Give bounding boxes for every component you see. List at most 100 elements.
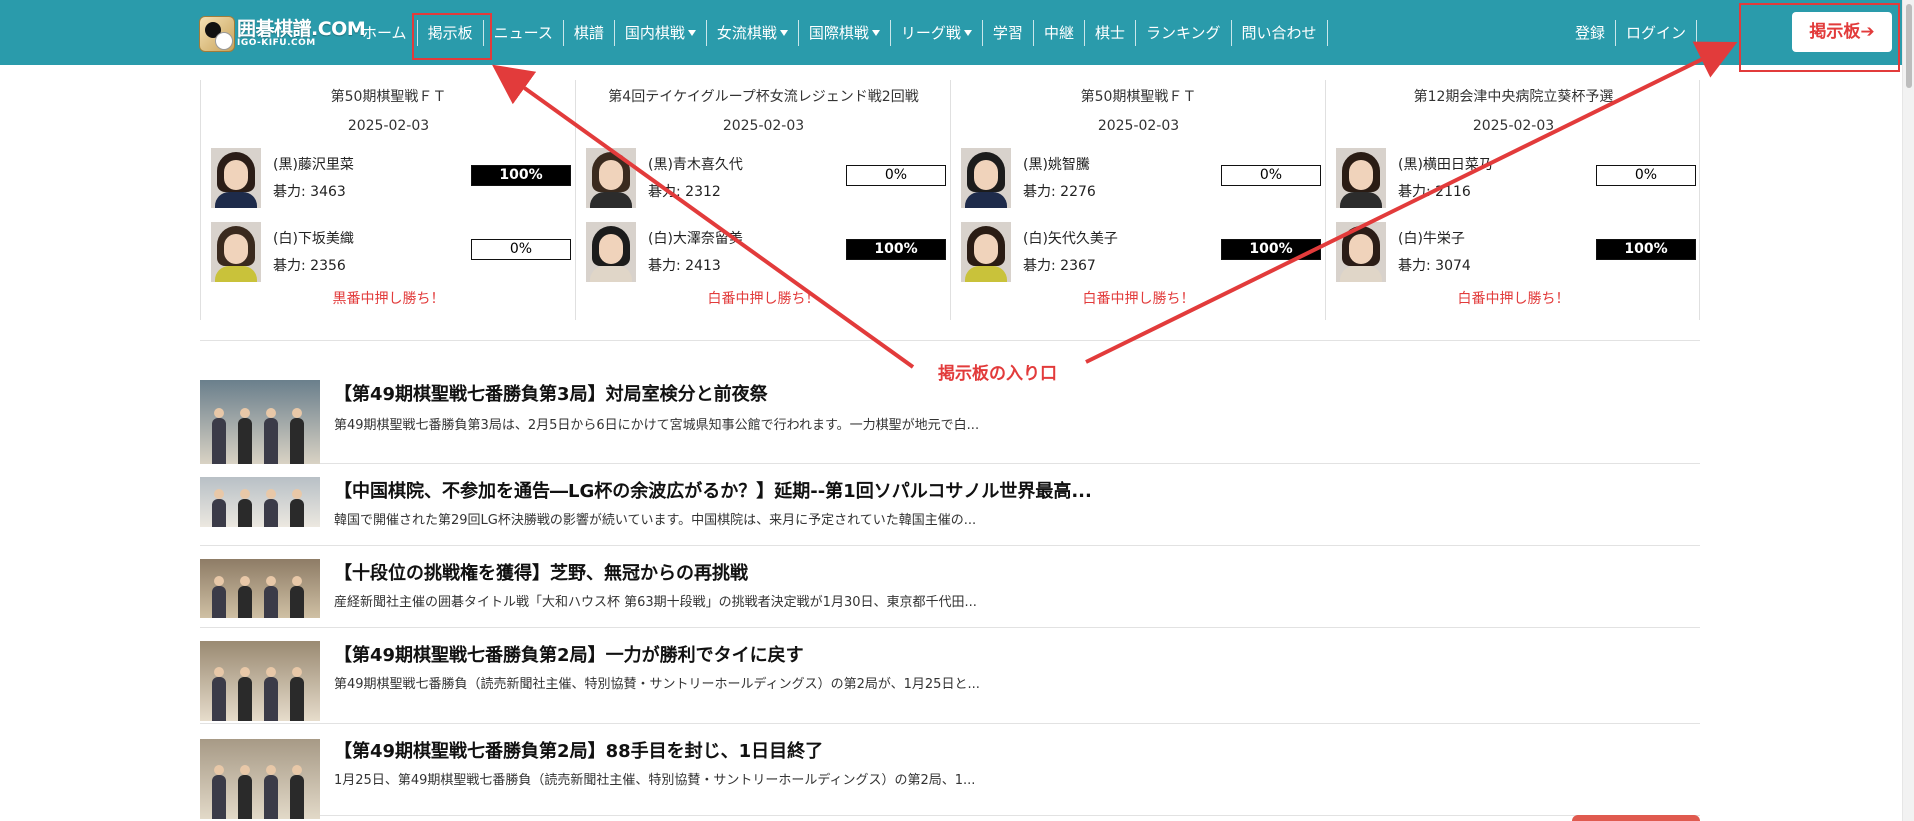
game-result: 白番中押し勝ち！ xyxy=(1457,291,1570,307)
game-title: 第12期会津中央病院立葵杯予選 xyxy=(1413,89,1614,105)
annotation-label: 掲示板の入り口 xyxy=(938,364,1057,384)
logo-text: 囲碁棋譜.COM xyxy=(237,18,366,40)
nav-item-4[interactable]: 国内棋戦 xyxy=(615,20,707,46)
nav-item-9[interactable]: 中継 xyxy=(1034,20,1085,46)
game-date: 2025-02-03 xyxy=(347,118,430,134)
nav-label: 国内棋戦 xyxy=(624,24,685,42)
news-item[interactable]: 【第49期棋聖戦七番勝負第2局】一力が勝利でタイに戻す第49期棋聖戦七番勝負（読… xyxy=(200,628,1700,724)
player-black: (黒)藤沢里菜 碁力: 3463 100% xyxy=(211,148,571,210)
news-item[interactable]: 【第49期棋聖戦七番勝負第3局】対局室検分と前夜祭第49期棋聖戦七番勝負第3局は… xyxy=(200,380,1700,464)
login-link[interactable]: ログイン xyxy=(1616,20,1698,46)
game-date: 2025-02-03 xyxy=(1097,118,1180,134)
win-percent-bar: 100% xyxy=(1596,239,1696,260)
divider xyxy=(200,340,1700,341)
player-name: (白)下坂美織 xyxy=(273,231,354,247)
game-title: 第4回テイケイグループ杯女流レジェンド戦2回戦 xyxy=(608,89,919,105)
player-rating: 碁力: 2413 xyxy=(648,258,721,274)
game-title: 第50期棋聖戦ＦＴ xyxy=(1080,89,1197,105)
news-thumbnail[interactable] xyxy=(200,559,320,618)
game-card[interactable]: 第50期棋聖戦ＦＴ 2025-02-03 (黒)藤沢里菜 碁力: 3463 100% (白… xyxy=(200,80,575,320)
nav-item-3[interactable]: 棋譜 xyxy=(564,20,615,46)
player-name: (黒)藤沢里菜 xyxy=(273,157,354,173)
news-thumbnail[interactable] xyxy=(200,380,320,464)
news-item[interactable]: 【十段位の挑戦権を獲得】芝野、無冠からの再挑戦産経新聞社主催の囲碁タイトル戦「大… xyxy=(200,546,1700,628)
nav-item-6[interactable]: 国際棋戦 xyxy=(799,20,891,46)
page: 囲碁棋譜.COM IGO-KIFU.COM ホーム 掲示板 ニュース 棋譜 国内棋戦 女流… xyxy=(0,0,1914,821)
player-name: (白)大澤奈留美 xyxy=(648,231,743,247)
news-thumbnail[interactable] xyxy=(200,477,320,527)
nav-label: 棋譜 xyxy=(573,24,604,42)
nav-label: 学習 xyxy=(992,24,1023,42)
register-link[interactable]: 登録 xyxy=(1565,20,1617,46)
scrollbar-thumb[interactable] xyxy=(1906,4,1912,88)
player-rating: 碁力: 3463 xyxy=(273,184,346,200)
game-date: 2025-02-03 xyxy=(722,118,805,134)
nav-label: 中継 xyxy=(1043,24,1074,42)
floating-button-edge[interactable] xyxy=(1572,815,1700,821)
win-percent-bar: 0% xyxy=(471,239,571,260)
player-name: (黒)姚智騰 xyxy=(1023,157,1090,173)
news-title[interactable]: 【第49期棋聖戦七番勝負第2局】一力が勝利でタイに戻す xyxy=(334,641,804,667)
player-rating: 碁力: 3074 xyxy=(1398,258,1471,274)
player-photo xyxy=(211,222,261,282)
game-card[interactable]: 第12期会津中央病院立葵杯予選 2025-02-03 (黒)横田日菜乃 碁力: 211… xyxy=(1325,80,1700,320)
game-date: 2025-02-03 xyxy=(1472,118,1555,134)
player-rating: 碁力: 2312 xyxy=(648,184,721,200)
caret-down-icon xyxy=(687,30,696,36)
player-rating: 碁力: 2367 xyxy=(1023,258,1096,274)
game-result: 黒番中押し勝ち！ xyxy=(332,291,445,307)
go-stones-icon xyxy=(199,16,235,52)
win-percent-bar: 100% xyxy=(846,239,946,260)
news-summary: 1月25日、第49期棋聖戦七番勝負（読売新聞社主催、特別協賛・サントリーホールデ… xyxy=(334,773,976,788)
nav-item-0[interactable]: ホーム xyxy=(352,20,418,46)
game-result: 白番中押し勝ち！ xyxy=(1082,291,1195,307)
game-result: 白番中押し勝ち！ xyxy=(707,291,820,307)
nav-item-5[interactable]: 女流棋戦 xyxy=(707,20,799,46)
logo-subtext: IGO-KIFU.COM xyxy=(237,38,316,48)
caret-down-icon xyxy=(871,30,880,36)
player-white: (白)大澤奈留美 碁力: 2413 100% xyxy=(586,222,946,284)
player-rating: 碁力: 2116 xyxy=(1398,184,1471,200)
nav-item-8[interactable]: 学習 xyxy=(983,20,1034,46)
news-summary: 産経新聞社主催の囲碁タイトル戦「大和ハウス杯 第63期十段戦」の挑戦者決定戦が1… xyxy=(334,595,977,610)
news-title[interactable]: 【第49期棋聖戦七番勝負第2局】88手目を封じ、1日目終了 xyxy=(334,737,823,763)
news-summary: 第49期棋聖戦七番勝負（読売新聞社主催、特別協賛・サントリーホールディングス）の… xyxy=(334,677,980,692)
player-photo xyxy=(961,222,1011,282)
player-photo xyxy=(586,222,636,282)
player-name: (白)牛栄子 xyxy=(1398,231,1465,247)
news-thumbnail[interactable] xyxy=(200,641,320,721)
win-percent-bar: 100% xyxy=(1221,239,1321,260)
news-title[interactable]: 【十段位の挑戦権を獲得】芝野、無冠からの再挑戦 xyxy=(334,559,748,585)
nav-item-7[interactable]: リーグ戦 xyxy=(891,20,983,46)
player-photo xyxy=(961,148,1011,208)
nav-label: ランキング xyxy=(1145,24,1221,42)
highlight-box-nav-bbs xyxy=(412,13,492,60)
caret-down-icon xyxy=(779,30,788,36)
news-item[interactable]: 【第49期棋聖戦七番勝負第2局】88手目を封じ、1日目終了 1月25日、第49期棋… xyxy=(200,724,1700,819)
nav-item-12[interactable]: 問い合わせ xyxy=(1232,20,1328,46)
win-percent-bar: 0% xyxy=(1221,165,1321,186)
site-logo[interactable]: 囲碁棋譜.COM IGO-KIFU.COM xyxy=(199,14,366,52)
win-percent-bar: 100% xyxy=(471,165,571,186)
nav-item-10[interactable]: 棋士 xyxy=(1085,20,1136,46)
highlight-box-bbs-button xyxy=(1739,3,1900,72)
news-summary: 第49期棋聖戦七番勝負第3局は、2月5日から6日にかけて宮城県知事公館で行われま… xyxy=(334,418,980,433)
nav-item-2[interactable]: ニュース xyxy=(484,20,564,46)
player-black: (黒)青木喜久代 碁力: 2312 0% xyxy=(586,148,946,210)
nav-label: リーグ戦 xyxy=(900,24,961,42)
game-card[interactable]: 第4回テイケイグループ杯女流レジェンド戦2回戦 2025-02-03 (黒)青木喜久… xyxy=(575,80,950,320)
player-rating: 碁力: 2276 xyxy=(1023,184,1096,200)
news-title[interactable]: 【第49期棋聖戦七番勝負第3局】対局室検分と前夜祭 xyxy=(334,380,768,406)
player-white: (白)矢代久美子 碁力: 2367 100% xyxy=(961,222,1321,284)
news-title[interactable]: 【中国棋院、不参加を通告―LG杯の余波広がるか？】延期--第1回ソパルコサノル世… xyxy=(334,477,1092,503)
nav-label: ホーム xyxy=(362,24,407,42)
nav-label: 女流棋戦 xyxy=(716,24,777,42)
news-item[interactable]: 【中国棋院、不参加を通告―LG杯の余波広がるか？】延期--第1回ソパルコサノル世… xyxy=(200,464,1700,546)
game-card[interactable]: 第50期棋聖戦ＦＴ 2025-02-03 (黒)姚智騰 碁力: 2276 0% (白)矢代… xyxy=(950,80,1325,320)
news-thumbnail[interactable] xyxy=(200,739,320,819)
nav-item-11[interactable]: ランキング xyxy=(1136,20,1232,46)
live-games: 第50期棋聖戦ＦＴ 2025-02-03 (黒)藤沢里菜 碁力: 3463 100% (白… xyxy=(200,80,1700,320)
player-black: (黒)横田日菜乃 碁力: 2116 0% xyxy=(1336,148,1696,210)
scrollbar[interactable] xyxy=(1902,0,1914,821)
auth-nav: 登録 ログイン xyxy=(1565,20,1698,46)
